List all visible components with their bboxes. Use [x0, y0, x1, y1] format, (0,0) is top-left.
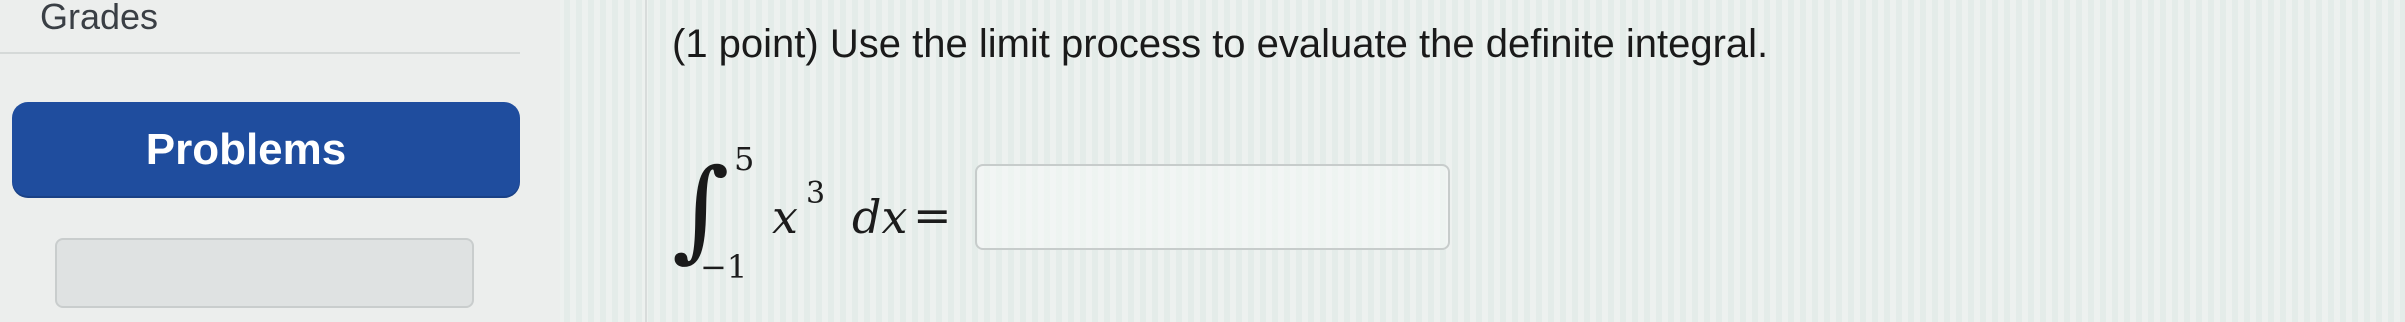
- integrand-base: x: [772, 190, 798, 244]
- sidebar-item-grades[interactable]: Grades: [0, 0, 520, 54]
- sidebar-empty-field[interactable]: [55, 238, 474, 308]
- equals-sign: =: [913, 188, 952, 242]
- integral-upper-limit: 5: [734, 140, 755, 178]
- integrand-exponent: 3: [806, 176, 826, 211]
- integral-lower-limit: −1: [700, 248, 748, 286]
- sidebar-item-grades-label: Grades: [40, 0, 159, 37]
- answer-input[interactable]: [975, 164, 1450, 250]
- problems-button-label: Problems: [145, 125, 347, 174]
- sidebar: Grades Problems: [0, 0, 560, 322]
- differential: dx: [852, 190, 908, 244]
- problems-button[interactable]: Problems: [12, 102, 520, 198]
- page: Grades Problems (1 point) Use the limit …: [0, 0, 2405, 322]
- problem-prompt: (1 point) Use the limit process to evalu…: [672, 22, 1769, 66]
